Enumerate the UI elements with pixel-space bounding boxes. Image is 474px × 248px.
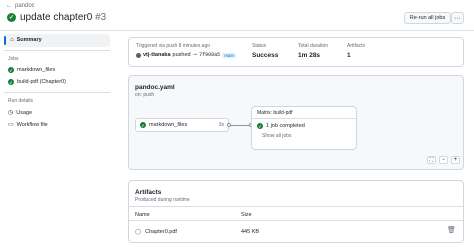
run-summary-card: Triggered via push 8 minutes ago vtj-tta… <box>128 37 464 67</box>
check-circle-icon: ✓ <box>8 67 14 73</box>
matrix-status: ✓ 1 job completed <box>257 123 305 129</box>
sidebar-item-label: markdown_files <box>17 67 56 73</box>
check-circle-icon: ✓ <box>140 122 146 128</box>
sidebar-divider <box>4 92 110 93</box>
header-divider <box>0 30 474 31</box>
zoom-controls: ⛶ − + <box>427 156 460 164</box>
triggered-text: Triggered via push 8 minutes ago <box>136 43 211 49</box>
graph-connector-dot <box>227 123 231 127</box>
sidebar-jobs-heading: Jobs <box>8 56 19 62</box>
status-value: Success <box>252 52 279 59</box>
sidebar-active-indicator <box>4 36 6 45</box>
arrow-left-icon: ← <box>6 3 12 9</box>
status-label: Status <box>252 43 267 49</box>
matrix-header: Matrix: build-pdf <box>257 110 293 116</box>
fit-to-screen-icon[interactable]: ⛶ <box>427 156 436 164</box>
graph-connector <box>229 125 251 126</box>
sidebar-item-label: Usage <box>16 109 33 116</box>
sidebar-item-markdown-files[interactable]: ✓ markdown_files <box>8 67 55 73</box>
check-circle-icon: ✓ <box>8 79 14 85</box>
duration-value: 1m 28s <box>298 52 321 59</box>
show-all-jobs-link[interactable]: Show all jobs <box>262 133 291 139</box>
table-row[interactable]: ⬡ Chapter0.pdf <box>135 228 177 236</box>
zoom-in-button[interactable]: + <box>451 156 460 164</box>
artifacts-count-label: Artifacts <box>347 43 366 49</box>
sidebar-item-build-pdf[interactable]: ✓ build-pdf (Chapter0) <box>8 79 66 85</box>
artifacts-divider <box>129 220 463 221</box>
artifacts-card: Artifacts Produced during runtime Name S… <box>128 180 464 243</box>
check-circle-icon: ✓ <box>7 13 16 22</box>
artifact-size: 445 KB <box>241 229 260 235</box>
sidebar-item-summary[interactable]: ⌂ Summary <box>10 37 42 43</box>
matrix-status-text: 1 job completed <box>266 123 305 129</box>
artifacts-subtitle: Produced during runtime <box>135 197 190 203</box>
trash-icon[interactable]: 🗑 <box>447 226 456 234</box>
branch-badge[interactable]: main <box>222 52 236 58</box>
stopwatch-icon: ◷ <box>8 110 14 116</box>
matrix-divider <box>252 118 356 119</box>
sidebar-item-label: build-pdf (Chapter0) <box>17 79 66 85</box>
job-duration: 3s <box>218 122 224 128</box>
sidebar-item-label: Summary <box>16 37 42 43</box>
artifacts-divider <box>129 206 463 207</box>
artifact-name[interactable]: Chapter0.pdf <box>145 229 177 235</box>
commit-link[interactable]: 7f908a5 <box>199 52 220 58</box>
breadcrumb[interactable]: ← pandoc <box>6 3 35 9</box>
run-number: #3 <box>95 12 107 23</box>
artifacts-title: Artifacts <box>135 189 162 196</box>
workflow-file-name: pandoc.yaml <box>135 84 175 91</box>
commit-icon: ⊸ <box>192 52 198 58</box>
more-options-button[interactable]: ··· <box>451 12 464 24</box>
avatar <box>136 52 141 58</box>
column-header-name: Name <box>135 212 150 218</box>
sidebar-item-workflow-file[interactable]: ▭ Workflow file <box>8 121 48 129</box>
zoom-out-button[interactable]: − <box>439 156 448 164</box>
sidebar-item-usage[interactable]: ◷ Usage <box>8 109 33 117</box>
breadcrumb-label: pandoc <box>15 3 35 9</box>
page-title: ✓ update chapter0 #3 <box>7 12 106 23</box>
actor-link[interactable]: vtj-ttanaka <box>143 52 171 58</box>
duration-label: Total duration <box>298 43 329 49</box>
job-markdown-files[interactable]: ✓ markdown_files 3s <box>135 118 229 132</box>
workflow-trigger: on: push <box>135 92 155 98</box>
trigger-details: vtj-ttanaka pushed ⊸ 7f908a5 main <box>136 52 236 58</box>
artifacts-count-value: 1 <box>347 52 351 59</box>
rerun-all-jobs-button[interactable]: Re-run all jobs <box>404 12 451 24</box>
pushed-text: pushed <box>172 52 191 58</box>
workflow-graph-card: pandoc.yaml on: push ✓ markdown_files 3s… <box>128 75 464 170</box>
job-label: markdown_files <box>149 122 188 128</box>
check-circle-icon: ✓ <box>257 123 263 129</box>
package-icon: ⬡ <box>135 229 142 236</box>
sidebar-details-heading: Run details <box>8 98 34 104</box>
sidebar-divider <box>4 50 110 51</box>
file-icon: ▭ <box>8 122 14 128</box>
matrix-build-pdf[interactable]: Matrix: build-pdf ✓ 1 job completed Show… <box>251 106 357 150</box>
home-icon: ⌂ <box>10 37 14 43</box>
run-title: update chapter0 <box>20 12 93 23</box>
column-header-size: Size <box>241 212 252 218</box>
sidebar-item-label: Workflow file <box>16 121 48 128</box>
